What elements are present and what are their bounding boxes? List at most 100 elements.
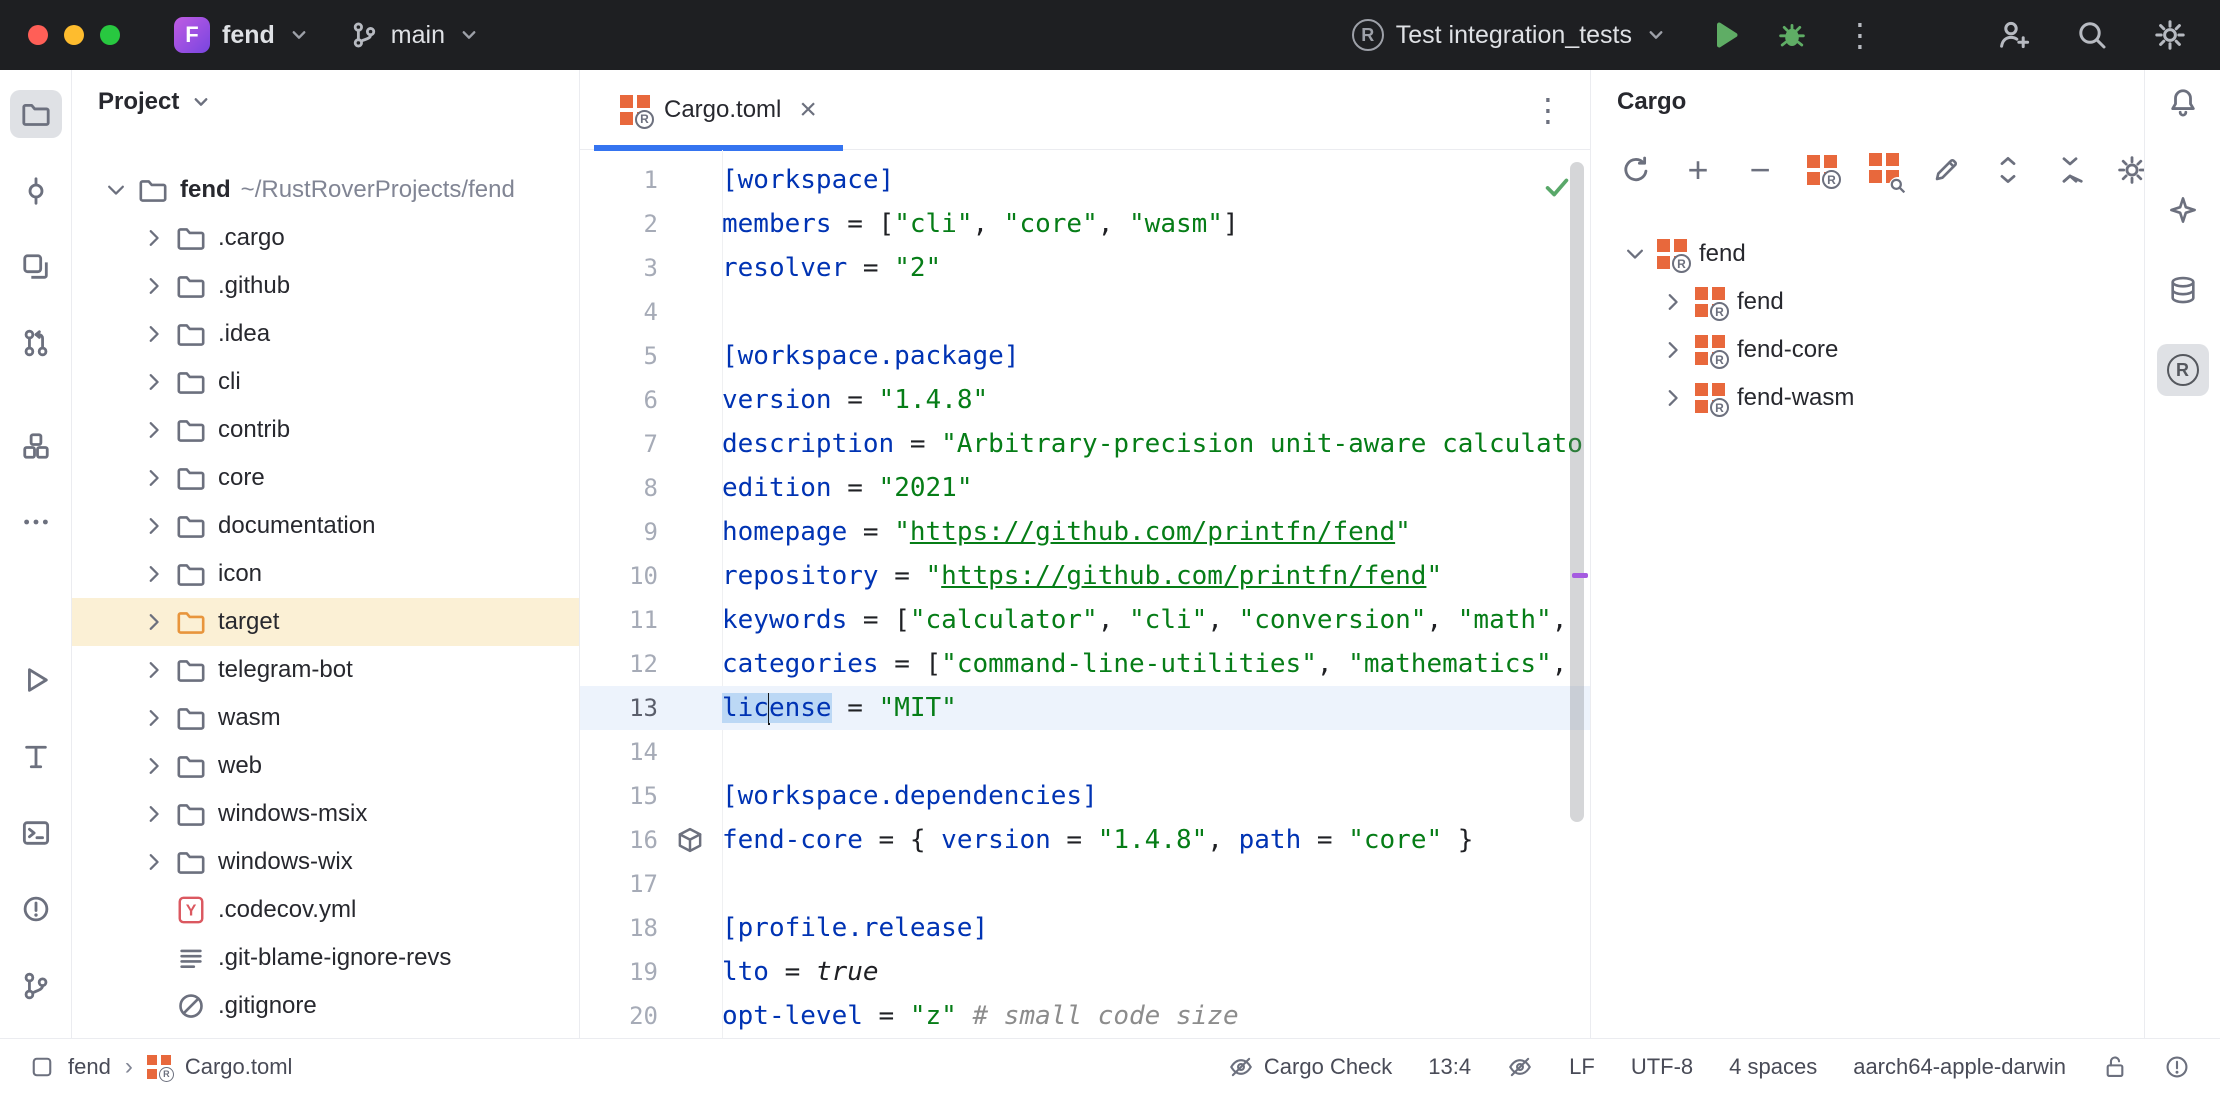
zoom-window-button[interactable] [100, 25, 120, 45]
services-toolwindow-button[interactable] [10, 733, 62, 781]
caret-position-widget[interactable]: 13:4 [1428, 1054, 1471, 1080]
close-window-button[interactable] [28, 25, 48, 45]
chevron-right-icon[interactable] [136, 705, 172, 731]
chevron-right-icon[interactable] [136, 225, 172, 251]
project-tree-item[interactable]: windows-msix [72, 790, 579, 838]
copy-toolwindow-button[interactable] [10, 243, 62, 291]
edit-cargo-toml-button[interactable] [1929, 150, 1963, 190]
code-line[interactable]: 2members = ["cli", "core", "wasm"] [580, 202, 1590, 246]
branch-widget[interactable]: main [339, 12, 491, 58]
notifications-button[interactable] [2157, 76, 2209, 128]
code-with-me-button[interactable] [1992, 13, 2036, 57]
chevron-right-icon[interactable] [136, 801, 172, 827]
structure-toolwindow-button[interactable] [10, 421, 62, 469]
run-configuration-selector[interactable]: R Test integration_tests [1342, 11, 1678, 59]
search-crates-button[interactable] [1867, 150, 1901, 190]
chevron-right-icon[interactable] [136, 561, 172, 587]
code-line[interactable]: 14 [580, 730, 1590, 774]
project-tree-item[interactable]: .git-blame-ignore-revs [72, 934, 579, 982]
code-line[interactable]: 1[workspace] [580, 158, 1590, 202]
breadcrumb-project[interactable]: fend [68, 1054, 111, 1080]
project-tree-item[interactable]: windows-wix [72, 838, 579, 886]
chevron-right-icon[interactable] [136, 609, 172, 635]
code-line[interactable]: 4 [580, 290, 1590, 334]
chevron-right-icon[interactable] [1655, 289, 1691, 315]
code-line[interactable]: 9homepage = "https://github.com/printfn/… [580, 510, 1590, 554]
code-line[interactable]: 7description = "Arbitrary-precision unit… [580, 422, 1590, 466]
line-separator-widget[interactable]: LF [1569, 1054, 1595, 1080]
run-button[interactable] [1702, 13, 1746, 57]
indent-widget[interactable]: 4 spaces [1729, 1054, 1817, 1080]
chevron-right-icon[interactable] [136, 273, 172, 299]
chevron-right-icon[interactable] [136, 513, 172, 539]
problems-toolwindow-button[interactable] [10, 885, 62, 933]
close-tab-button[interactable]: × [799, 95, 817, 125]
cargo-tree-item[interactable]: Rfend [1591, 230, 2144, 278]
code-line[interactable]: 8edition = "2021" [580, 466, 1590, 510]
chevron-right-icon[interactable] [136, 321, 172, 347]
more-actions-button[interactable]: ⋮ [1838, 13, 1882, 57]
project-tree-item[interactable]: icon [72, 550, 579, 598]
chevron-right-icon[interactable] [136, 369, 172, 395]
code-line[interactable]: 3resolver = "2" [580, 246, 1590, 290]
cargo-settings-button[interactable] [2115, 150, 2144, 190]
chevron-right-icon[interactable] [136, 465, 172, 491]
project-tree-item[interactable]: telegram-bot [72, 646, 579, 694]
project-tree-item[interactable]: .idea [72, 310, 579, 358]
terminal-toolwindow-button[interactable] [10, 809, 62, 857]
attach-cargo-project-button[interactable]: + [1681, 150, 1715, 190]
commit-toolwindow-button[interactable] [10, 166, 62, 214]
project-tree-item[interactable]: core [72, 454, 579, 502]
cargo-features-button[interactable]: R [1805, 150, 1839, 190]
collapse-all-button[interactable] [2053, 150, 2087, 190]
toolchain-widget[interactable]: aarch64-apple-darwin [1853, 1054, 2066, 1080]
code-line[interactable]: 18[profile.release] [580, 906, 1590, 950]
code-line[interactable]: 16fend-core = { version = "1.4.8", path … [580, 818, 1590, 862]
detach-cargo-project-button[interactable]: − [1743, 150, 1777, 190]
project-tree-item[interactable]: target [72, 598, 579, 646]
code-line[interactable]: 10repository = "https://github.com/print… [580, 554, 1590, 598]
chevron-down-icon[interactable] [98, 177, 134, 203]
cargo-tree-item[interactable]: Rfend-wasm [1591, 374, 2144, 422]
project-tree-item[interactable]: cli [72, 358, 579, 406]
code-line[interactable]: 17 [580, 862, 1590, 906]
encoding-widget[interactable]: UTF-8 [1631, 1054, 1693, 1080]
project-tree-item[interactable]: contrib [72, 406, 579, 454]
more-toolwindows-button[interactable] [10, 498, 62, 546]
project-tree-item[interactable]: .github [72, 262, 579, 310]
chevron-right-icon[interactable] [1655, 337, 1691, 363]
settings-button[interactable] [2148, 13, 2192, 57]
project-tree-item[interactable]: Y.codecov.yml [72, 886, 579, 934]
chevron-right-icon[interactable] [136, 849, 172, 875]
chevron-right-icon[interactable] [136, 753, 172, 779]
inspections-widget[interactable] [1542, 172, 1572, 202]
project-widget[interactable]: F fend [164, 9, 321, 61]
expand-all-button[interactable] [1991, 150, 2025, 190]
code-line[interactable]: 6version = "1.4.8" [580, 378, 1590, 422]
code-line[interactable]: 12categories = ["command-line-utilities"… [580, 642, 1590, 686]
version-control-toolwindow-button[interactable] [10, 962, 62, 1010]
project-toolwindow-button[interactable] [10, 90, 62, 138]
project-tree-item[interactable]: documentation [72, 502, 579, 550]
code-line[interactable]: 5[workspace.package] [580, 334, 1590, 378]
code-line[interactable]: 20opt-level = "z" # small code size [580, 994, 1590, 1038]
readonly-toggle[interactable] [2102, 1054, 2128, 1080]
cargo-toolwindow-button[interactable]: R [2157, 344, 2209, 396]
chevron-right-icon[interactable] [136, 417, 172, 443]
code-line[interactable]: 13license = "MIT" [580, 686, 1590, 730]
editor-body[interactable]: 1[workspace]2members = ["cli", "core", "… [580, 150, 1590, 1038]
cargo-tree-item[interactable]: Rfend-core [1591, 326, 2144, 374]
project-tree-item[interactable]: web [72, 742, 579, 790]
notifications-indicator[interactable] [2164, 1054, 2190, 1080]
editor-scrollbar[interactable] [1570, 162, 1584, 822]
debug-button[interactable] [1770, 13, 1814, 57]
linter-widget[interactable]: Cargo Check [1228, 1054, 1392, 1080]
code-line[interactable]: 11keywords = ["calculator", "cli", "conv… [580, 598, 1590, 642]
chevron-down-icon[interactable] [1617, 241, 1653, 267]
pull-requests-toolwindow-button[interactable] [10, 319, 62, 367]
cargo-tree-item[interactable]: Rfend [1591, 278, 2144, 326]
project-tree-item[interactable]: wasm [72, 694, 579, 742]
project-tree-item[interactable]: fend~/RustRoverProjects/fend [72, 166, 579, 214]
ai-assistant-toolwindow-button[interactable] [2157, 184, 2209, 236]
database-toolwindow-button[interactable] [2157, 264, 2209, 316]
